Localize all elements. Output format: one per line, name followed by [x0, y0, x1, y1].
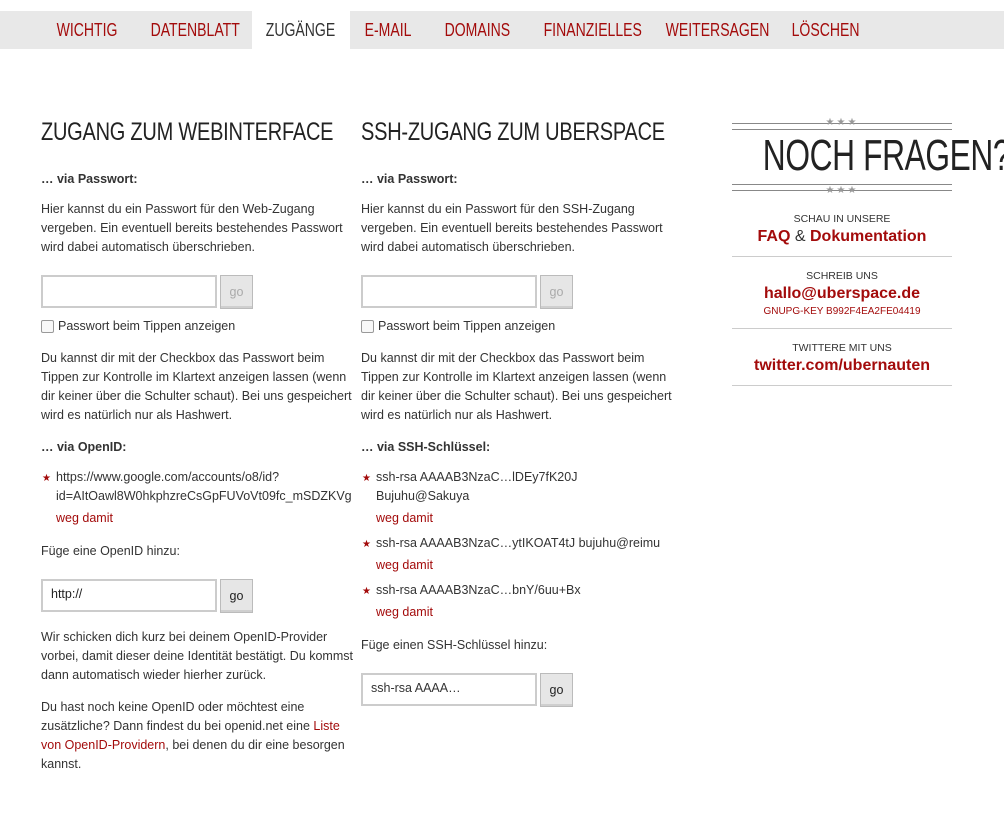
text-line: Du kannst dir mit der Checkbox das Passw… [41, 351, 325, 365]
openid-note: Wir schicken dich kurz bei deinem OpenID… [41, 628, 353, 685]
tab-datenblatt[interactable]: DATENBLATT [135, 11, 255, 49]
web-password-intro: Hier kannst du ein Passwort für den Web-… [41, 200, 343, 257]
text-line: Du kannst dir mit der Checkbox das Passw… [361, 351, 645, 365]
look-label: SCHAU IN UNSERE [793, 213, 891, 225]
ssh-key-entry: ssh-rsa AAAAB3NzaC…bnY/6uu+Bx [376, 581, 581, 600]
faq-link[interactable]: FAQ [758, 228, 791, 245]
openid-url-line: id=AItOawl8W0hkphzreCsGpFUVoVt09fc_mSDZK… [56, 489, 352, 503]
text-line: vergeben. Ein eventuell bereits bestehen… [361, 221, 663, 235]
tab-weitersagen[interactable]: WEITERSAGEN [650, 11, 785, 49]
ssh-password-go-button[interactable]: go [540, 275, 573, 309]
sidebar-title: NOCH FRAGEN? [762, 131, 1004, 180]
help-sidebar: ★★★ NOCH FRAGEN? ★★★ SCHAU IN UNSERE FAQ… [732, 118, 1004, 386]
twitter-label: TWITTERE MIT UNS [792, 342, 892, 354]
email-link[interactable]: hallo@uberspace.de [732, 285, 952, 303]
tab-loeschen[interactable]: LÖSCHEN [776, 11, 875, 49]
main-nav: WICHTIG DATENBLATT ZUGÄNGE E-MAIL DOMAIN… [0, 11, 1004, 49]
web-show-password-checkbox[interactable]: Passwort beim Tippen anzeigen [41, 319, 235, 333]
divider [732, 385, 952, 386]
checkbox-box[interactable] [361, 319, 374, 333]
star-bullet-icon: ★ [42, 473, 51, 484]
checkbox-label: Passwort beim Tippen anzeigen [58, 319, 236, 333]
ssh-via-key-heading: … via SSH-Schlüssel: [361, 440, 491, 454]
text-line: Wir schicken dich kurz bei deinem OpenID… [41, 630, 328, 644]
text-line: wird dabei automatisch überschrieben. [41, 240, 256, 254]
tab-zugaenge[interactable]: ZUGÄNGE [252, 11, 350, 49]
text-line: vergeben. Ein eventuell bereits bestehen… [41, 221, 343, 235]
star-bullet-icon: ★ [362, 473, 371, 484]
tab-finanzielles[interactable]: FINANZIELLES [528, 11, 658, 49]
openid-providers-link[interactable]: von OpenID-Providern [41, 738, 165, 752]
ssh-key-text: ssh-rsa AAAAB3NzaC…ytIKOAT4tJ bujuhu@rei… [376, 536, 661, 550]
text-line: kannst. [41, 757, 82, 771]
text-line: Hier kannst du ein Passwort für den SSH-… [361, 202, 635, 216]
text-line: wird dabei automatisch überschrieben. [361, 240, 576, 254]
ssh-key-remove-link[interactable]: weg damit [376, 509, 433, 528]
ssh-key-go-button[interactable]: go [540, 673, 573, 707]
checkbox-box[interactable] [41, 319, 54, 333]
tab-wichtig[interactable]: WICHTIG [41, 11, 133, 49]
text-line: Tippen zur Kontrolle im Klartext anzeige… [41, 370, 347, 384]
text-line: dann automatisch wieder hierher zurück. [41, 668, 267, 682]
tab-email[interactable]: E-MAIL [349, 11, 427, 49]
text-line: dir keiner über die Schulter schaut). Be… [41, 389, 352, 403]
text-line: vorbei, damit dieser deine Identität bes… [41, 649, 353, 663]
help-links: FAQ & Dokumentation [732, 228, 952, 246]
openid-input[interactable]: http:// [41, 579, 217, 612]
text-line: Hier kannst du ein Passwort für den Web-… [41, 202, 315, 216]
ssh-key-entry: ssh-rsa AAAAB3NzaC…lDEy7fK20J Bujuhu@Sak… [376, 468, 577, 506]
add-ssh-key-label: Füge einen SSH-Schlüssel hinzu: [361, 638, 548, 652]
text-line: wird es natürlich nur als Hashwert. [361, 408, 553, 422]
web-password-note: Du kannst dir mit der Checkbox das Passw… [41, 349, 352, 425]
stars-decoration-icon: ★★★ [825, 185, 859, 196]
ssh-show-password-checkbox[interactable]: Passwort beim Tippen anzeigen [361, 319, 555, 333]
ssh-key-remove-link[interactable]: weg damit [376, 556, 433, 575]
divider [732, 256, 952, 257]
text-line: Du hast noch keine OpenID oder möchtest … [41, 700, 305, 714]
openid-go-button[interactable]: go [220, 579, 253, 613]
star-bullet-icon: ★ [362, 539, 371, 550]
openid-providers-link[interactable]: Liste [313, 719, 339, 733]
gpg-key: GNUPG-KEY B992F4EA2FE04419 [763, 306, 921, 317]
no-openid-text: Du hast noch keine OpenID oder möchtest … [41, 698, 345, 774]
checkbox-label: Passwort beim Tippen anzeigen [378, 319, 556, 333]
openid-entry: https://www.google.com/accounts/o8/id? i… [56, 468, 352, 506]
openid-url-line: https://www.google.com/accounts/o8/id? [56, 470, 280, 484]
text-span: zusätzliche? Dann findest du bei openid.… [41, 719, 314, 733]
text-line: dir keiner über die Schulter schaut). Be… [361, 389, 672, 403]
ssh-password-intro: Hier kannst du ein Passwort für den SSH-… [361, 200, 663, 257]
ssh-key-entry: ssh-rsa AAAAB3NzaC…ytIKOAT4tJ bujuhu@rei… [376, 534, 660, 553]
text-line: von OpenID-Providern, bei denen du dir e… [41, 736, 345, 755]
tab-zugaenge-label: ZUGÄNGE [266, 20, 336, 40]
ssh-password-input[interactable] [361, 275, 537, 308]
ssh-key-remove-link[interactable]: weg damit [376, 603, 433, 622]
text-line: zusätzliche? Dann findest du bei openid.… [41, 717, 345, 736]
web-via-openid-heading: … via OpenID: [41, 440, 127, 454]
docs-link[interactable]: Dokumentation [810, 228, 926, 245]
ssh-via-password-heading: … via Passwort: [361, 172, 458, 186]
web-password-input[interactable] [41, 275, 217, 308]
add-openid-label: Füge eine OpenID hinzu: [41, 544, 180, 558]
write-label: SCHREIB UNS [806, 270, 878, 282]
star-bullet-icon: ★ [362, 586, 371, 597]
ssh-section-title: SSH-ZUGANG ZUM UBERSPACE [361, 118, 665, 146]
ssh-password-note: Du kannst dir mit der Checkbox das Passw… [361, 349, 672, 425]
divider [732, 328, 952, 329]
text-line: wird es natürlich nur als Hashwert. [41, 408, 233, 422]
text-line: Tippen zur Kontrolle im Klartext anzeige… [361, 370, 667, 384]
web-via-password-heading: … via Passwort: [41, 172, 138, 186]
tab-domains[interactable]: DOMAINS [429, 11, 526, 49]
ssh-key-input[interactable]: ssh-rsa AAAA… [361, 673, 537, 706]
ampersand: & [794, 228, 806, 245]
text-span: , bei denen du dir eine besorgen [165, 738, 345, 752]
ssh-key-comment: Bujuhu@Sakuya [376, 489, 470, 503]
twitter-link[interactable]: twitter.com/ubernauten [732, 357, 952, 375]
ssh-key-text: ssh-rsa AAAAB3NzaC…bnY/6uu+Bx [376, 583, 581, 597]
web-password-go-button[interactable]: go [220, 275, 253, 309]
ssh-key-text: ssh-rsa AAAAB3NzaC…lDEy7fK20J [376, 470, 578, 484]
openid-remove-link[interactable]: weg damit [56, 509, 113, 528]
web-section-title: ZUGANG ZUM WEBINTERFACE [41, 118, 334, 146]
